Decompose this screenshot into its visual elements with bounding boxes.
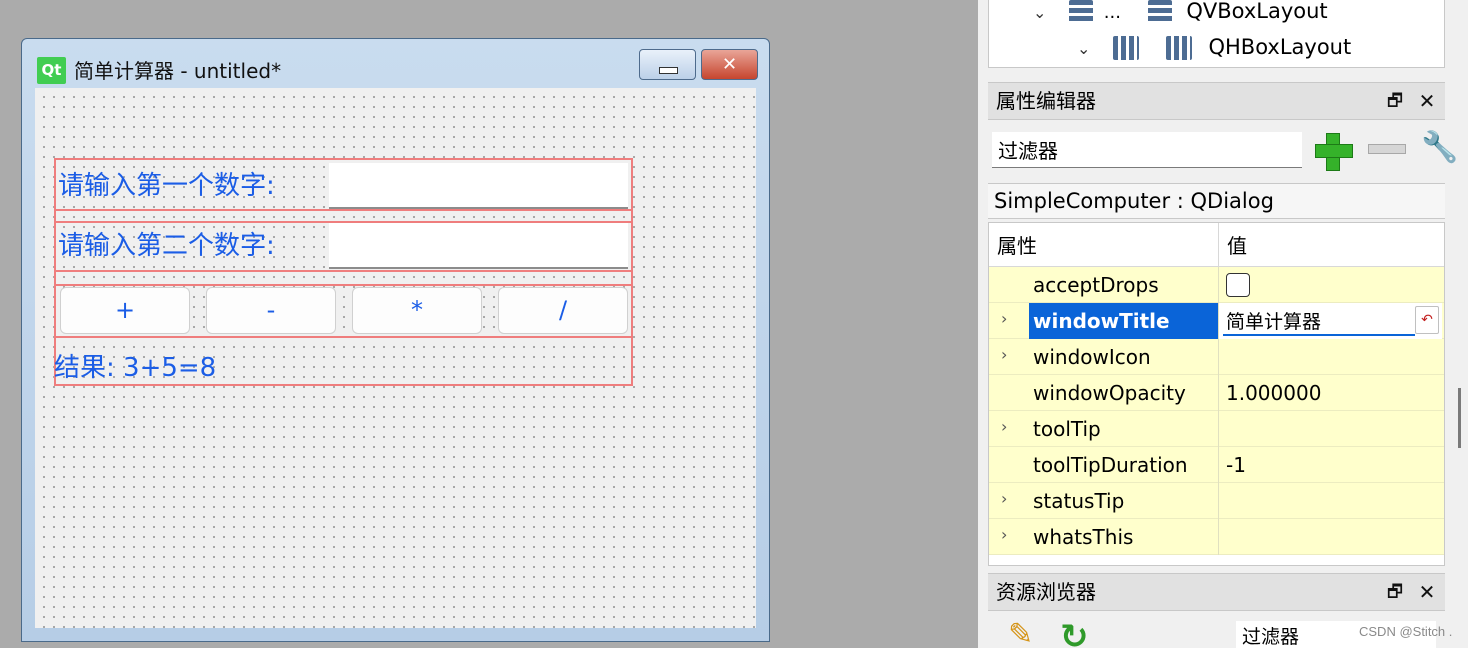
chevron-down-icon[interactable]: ⌄: [1077, 33, 1090, 65]
close-panel-icon[interactable]: ✕: [1415, 83, 1439, 119]
add-dynamic-property-icon[interactable]: [1311, 129, 1355, 173]
property-name: statusTip: [1033, 489, 1125, 513]
close-panel-icon[interactable]: ✕: [1415, 574, 1439, 610]
property-name: windowTitle: [1029, 303, 1222, 339]
column-header-value[interactable]: 值: [1227, 230, 1247, 259]
vbox-layout-icon: [1069, 0, 1094, 24]
form-canvas[interactable]: 请输入第一个数字: 请输入第二个数字: + - * / 结果: 3+5=8: [35, 88, 756, 628]
tree-item-label: QVBoxLayout: [1186, 0, 1328, 23]
layout-divider: [54, 270, 633, 272]
multiply-button[interactable]: *: [352, 287, 482, 334]
chevron-right-icon[interactable]: ›: [1001, 525, 1007, 544]
layout-divider: [54, 284, 633, 286]
add-button[interactable]: +: [60, 287, 190, 334]
reload-refresh-icon[interactable]: ↻: [1060, 617, 1100, 648]
property-name: windowIcon: [1033, 345, 1151, 369]
result-label: 结果: 3+5=8: [54, 353, 217, 383]
first-number-label: 请输入第一个数字:: [58, 171, 275, 201]
window-title-value-input[interactable]: [1223, 306, 1415, 336]
second-number-label: 请输入第二个数字:: [58, 231, 275, 261]
tree-row-vbox[interactable]: ⌄ ... QVBoxLayout: [1033, 0, 1328, 27]
property-name: windowOpacity: [1033, 381, 1186, 405]
property-name: acceptDrops: [1033, 273, 1159, 297]
property-editor-header: 属性编辑器 🗗 ✕: [988, 82, 1445, 120]
column-header-property[interactable]: 属性: [997, 230, 1037, 259]
column-divider: [1218, 223, 1219, 267]
chevron-right-icon[interactable]: ›: [1001, 309, 1007, 328]
window-title: 简单计算器 - untitled*: [74, 59, 282, 83]
property-value[interactable]: ↶: [1218, 303, 1442, 339]
selected-object-label: SimpleComputer : QDialog: [988, 183, 1445, 219]
property-row[interactable]: › statusTip: [989, 483, 1444, 519]
property-scrollbar-thumb[interactable]: [1458, 388, 1461, 448]
vbox-layout-icon: [1147, 0, 1172, 24]
property-row[interactable]: windowOpacity 1.000000: [989, 375, 1444, 411]
property-value[interactable]: [1218, 483, 1442, 519]
property-value[interactable]: 1.000000: [1218, 375, 1442, 411]
property-row[interactable]: acceptDrops: [989, 267, 1444, 303]
hbox-layout-icon: [1113, 36, 1140, 60]
resource-browser-header: 资源浏览器 🗗 ✕: [988, 573, 1445, 611]
reset-property-icon[interactable]: ↶: [1415, 306, 1439, 334]
chevron-down-icon[interactable]: ⌄: [1033, 0, 1046, 29]
right-dock-area: ⌄ ... QVBoxLayout ⌄ QHBoxLayout 属性编辑器 🗗 …: [978, 0, 1468, 648]
qt-logo-icon: Qt: [37, 57, 66, 84]
property-row[interactable]: › toolTip: [989, 411, 1444, 447]
chevron-right-icon[interactable]: ›: [1001, 489, 1007, 508]
property-row[interactable]: › windowTitle ↶: [989, 303, 1444, 339]
property-name: toolTip: [1033, 417, 1101, 441]
divide-button[interactable]: /: [498, 287, 628, 334]
property-row[interactable]: toolTipDuration -1: [989, 447, 1444, 483]
window-titlebar[interactable]: Qt 简单计算器 - untitled* ✕: [22, 39, 769, 87]
remove-dynamic-property-icon[interactable]: [1368, 144, 1406, 154]
property-table-header: 属性 值: [989, 223, 1444, 267]
edit-resources-pencil-icon[interactable]: ✎: [1008, 617, 1048, 648]
layout-divider: [54, 209, 633, 211]
property-row[interactable]: › whatsThis: [989, 519, 1444, 555]
property-value[interactable]: [1218, 339, 1442, 375]
second-number-input[interactable]: [329, 223, 628, 269]
property-value[interactable]: [1218, 519, 1442, 555]
accept-drops-checkbox[interactable]: [1226, 273, 1250, 297]
property-name: toolTipDuration: [1033, 453, 1188, 477]
property-value[interactable]: -1: [1218, 447, 1442, 483]
property-filter-input[interactable]: [992, 132, 1302, 168]
configure-wrench-icon[interactable]: 🔧: [1421, 130, 1459, 172]
chevron-right-icon[interactable]: ›: [1001, 345, 1007, 364]
designer-form-window[interactable]: Qt 简单计算器 - untitled* ✕ 请输入第一个数字: 请输入第二个数…: [21, 38, 770, 642]
property-table[interactable]: 属性 值 acceptDrops › windowTitle ↶ › windo…: [988, 222, 1445, 566]
property-row[interactable]: › windowIcon: [989, 339, 1444, 375]
panel-title: 资源浏览器: [996, 580, 1096, 604]
property-value[interactable]: [1218, 411, 1442, 447]
float-panel-icon[interactable]: 🗗: [1383, 574, 1407, 610]
hbox-layout-icon: [1165, 36, 1192, 60]
minimize-button[interactable]: [639, 49, 696, 80]
chevron-right-icon[interactable]: ›: [1001, 417, 1007, 436]
panel-title: 属性编辑器: [996, 89, 1096, 113]
property-value[interactable]: [1218, 267, 1442, 303]
property-name: whatsThis: [1033, 525, 1134, 549]
object-inspector-tree[interactable]: ⌄ ... QVBoxLayout ⌄ QHBoxLayout: [988, 0, 1445, 68]
layout-divider: [54, 336, 633, 338]
float-panel-icon[interactable]: 🗗: [1383, 83, 1407, 119]
close-button[interactable]: ✕: [701, 49, 758, 80]
watermark-text: CSDN @Stitch .: [1359, 624, 1453, 639]
tree-ellipsis: ...: [1103, 2, 1121, 23]
tree-item-label: QHBoxLayout: [1208, 35, 1352, 59]
first-number-input[interactable]: [329, 163, 628, 209]
subtract-button[interactable]: -: [206, 287, 336, 334]
tree-row-hbox[interactable]: ⌄ QHBoxLayout: [1077, 31, 1351, 63]
